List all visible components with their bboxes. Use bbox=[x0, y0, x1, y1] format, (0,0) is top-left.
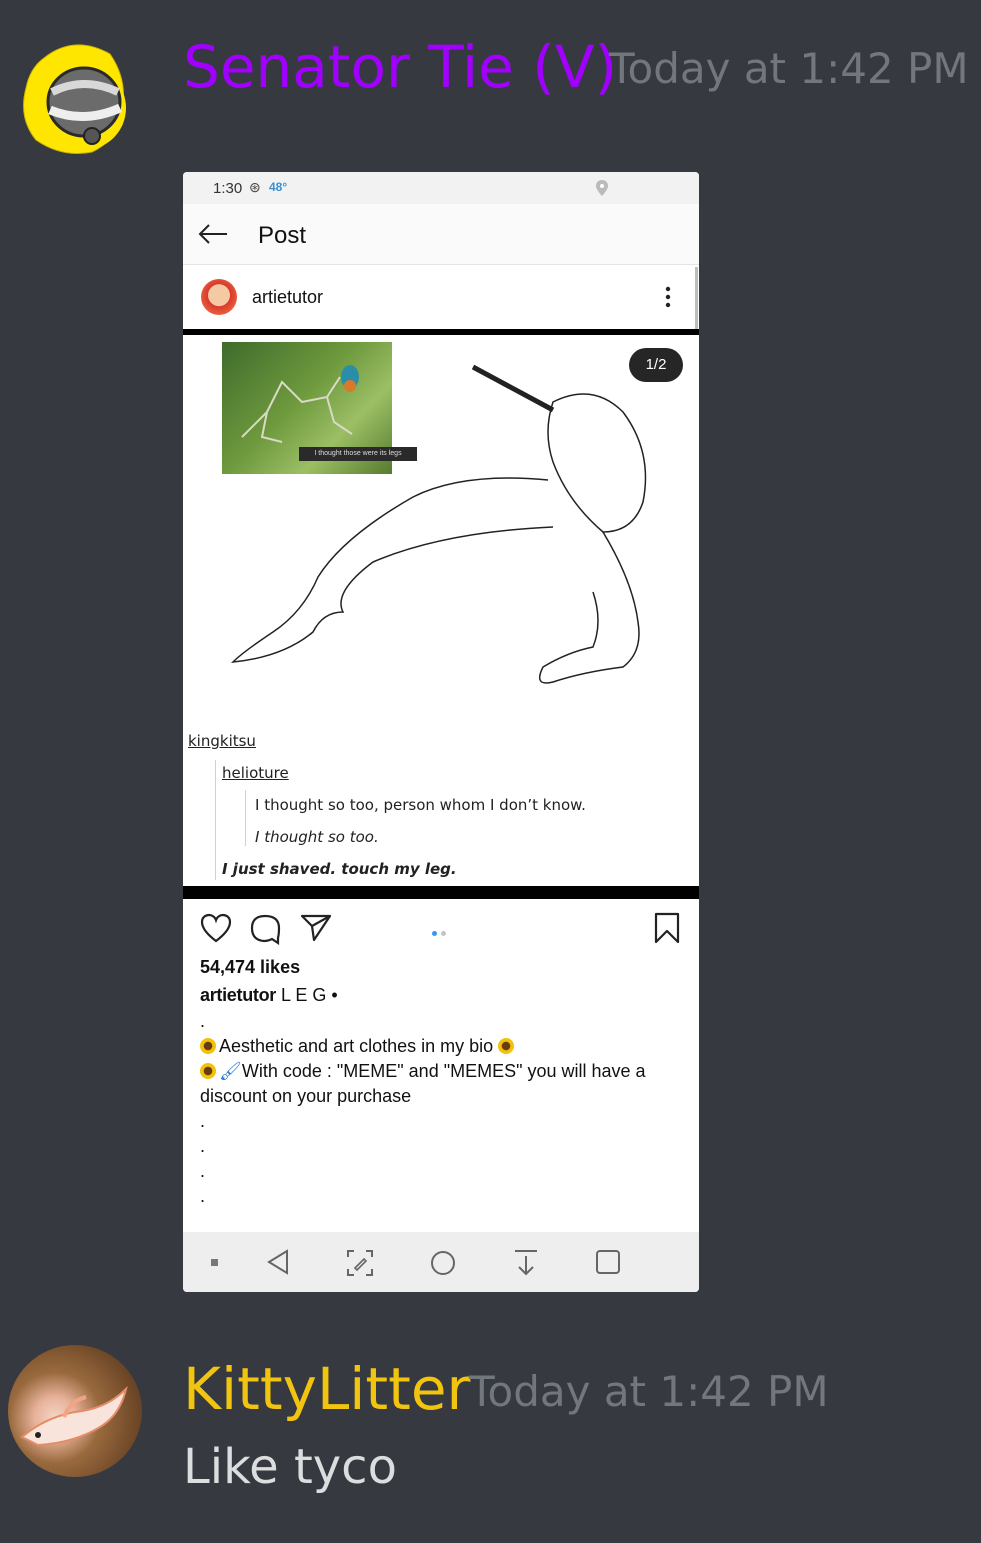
author-avatar[interactable] bbox=[201, 279, 237, 315]
caption-line: . bbox=[200, 1111, 206, 1131]
carousel-dot bbox=[441, 931, 446, 936]
username[interactable]: Senator Tie (V) bbox=[183, 38, 617, 96]
timestamp: Today at 1:42 PM bbox=[469, 1367, 829, 1416]
divider bbox=[183, 886, 699, 899]
author-username[interactable]: artietutor bbox=[252, 287, 323, 308]
bird-legs-drawing bbox=[230, 364, 647, 684]
tumblr-user-2: helioture bbox=[222, 764, 289, 782]
more-options-icon[interactable] bbox=[665, 285, 671, 309]
post-caption: 54,474 likes artietutor L E G • . Aesthe… bbox=[200, 957, 680, 1211]
caption-line: . bbox=[200, 1186, 206, 1206]
page-title: Post bbox=[258, 222, 307, 249]
fish-photo-icon bbox=[20, 1385, 128, 1447]
status-bar: 1:30 ⊛ 48° bbox=[183, 172, 699, 204]
location-pin-icon bbox=[596, 180, 608, 196]
comment-icon[interactable] bbox=[250, 913, 282, 945]
carousel-dot-active bbox=[432, 931, 437, 936]
attached-screenshot[interactable]: 1:30 ⊛ 48° Post artietutor I thought tho… bbox=[183, 172, 699, 1292]
android-nav-bar bbox=[183, 1232, 699, 1292]
caption-line: . bbox=[200, 1011, 206, 1031]
tumblr-text: kingkitsu helioture I thought so too, pe… bbox=[183, 722, 699, 887]
heart-icon[interactable] bbox=[200, 913, 232, 943]
tumblr-line-2: I thought so too. bbox=[255, 828, 379, 846]
paintbrush-icon: 🖌 bbox=[219, 1061, 242, 1081]
sunflower-icon bbox=[498, 1038, 515, 1054]
bookmark-icon[interactable] bbox=[653, 912, 681, 944]
tumblr-user-1: kingkitsu bbox=[188, 732, 256, 750]
page-indicator: 1/2 bbox=[629, 348, 683, 382]
timestamp: Today at 1:42 PM bbox=[609, 44, 969, 93]
nav-dot-icon bbox=[211, 1259, 218, 1266]
share-icon[interactable] bbox=[300, 913, 332, 943]
caption-line: Aesthetic and art clothes in my bio bbox=[200, 1036, 680, 1061]
tumblr-line-3: I just shaved. touch my leg. bbox=[222, 860, 457, 878]
nav-home-icon[interactable] bbox=[429, 1249, 457, 1277]
nav-recents-icon[interactable] bbox=[595, 1249, 621, 1275]
nav-download-icon[interactable] bbox=[513, 1249, 539, 1277]
caption-line: discount on your purchase bbox=[200, 1086, 412, 1106]
sunflower-icon bbox=[200, 1063, 216, 1079]
caption-text: L E G • bbox=[281, 985, 338, 1005]
caption-username[interactable]: artietutor bbox=[200, 985, 276, 1005]
caption-line-text: Aesthetic and art clothes in my bio bbox=[219, 1036, 494, 1056]
caption-line: . bbox=[200, 1136, 206, 1156]
sunflower-icon bbox=[200, 1038, 216, 1054]
astronaut-helmet-icon bbox=[23, 44, 126, 154]
accessibility-icon: ⊛ bbox=[249, 179, 261, 195]
like-count[interactable]: 54,474 likes bbox=[200, 957, 680, 985]
screenshot-edit-icon[interactable] bbox=[346, 1249, 374, 1277]
status-time: 1:30 bbox=[213, 180, 243, 197]
caption-line: . bbox=[200, 1161, 206, 1181]
back-arrow-icon[interactable] bbox=[197, 222, 229, 246]
nav-back-icon[interactable] bbox=[266, 1249, 290, 1275]
tumblr-line-1: I thought so too, person whom I don’t kn… bbox=[255, 796, 586, 814]
username[interactable]: KittyLitter bbox=[183, 1360, 470, 1418]
status-temp: 48° bbox=[269, 180, 288, 194]
quote-rule bbox=[245, 790, 246, 846]
quote-rule bbox=[215, 760, 216, 880]
message-text: Like tyco bbox=[183, 1439, 397, 1495]
avatar-kittylitter[interactable] bbox=[8, 1345, 142, 1477]
post-actions bbox=[183, 899, 699, 954]
caption-line-text: With code : "MEME" and "MEMES" you will … bbox=[241, 1061, 646, 1081]
avatar-senator-tie[interactable] bbox=[22, 40, 126, 154]
post-author-row: artietutor bbox=[183, 265, 699, 329]
carousel-dots bbox=[432, 923, 450, 941]
caption-header: artietutor L E G • bbox=[200, 985, 680, 1011]
caption-line: 🖌With code : "MEME" and "MEMES" you will… bbox=[200, 1061, 680, 1086]
post-header: Post bbox=[183, 204, 699, 265]
